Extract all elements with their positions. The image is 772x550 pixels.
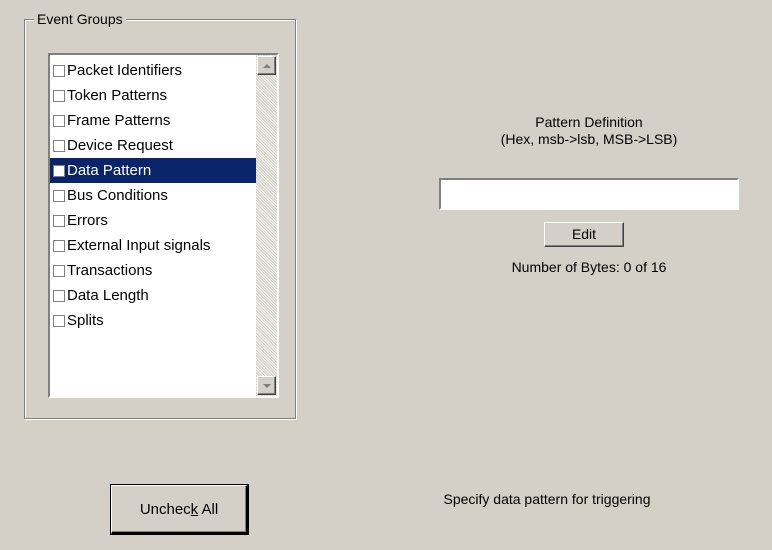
list-item-label: Transactions	[67, 261, 153, 279]
list-item-label: Data Pattern	[67, 161, 152, 179]
scroll-up-button[interactable]	[257, 56, 276, 75]
bytes-count: Number of Bytes: 0 of 16	[511, 259, 667, 275]
list-item-device-request[interactable]: Device Request	[50, 133, 256, 158]
checkbox-device-request[interactable]	[53, 139, 65, 152]
pattern-definition-title: Pattern Definition (Hex, msb->lsb, MSB->…	[440, 114, 738, 148]
list-item-external-input-signals[interactable]: External Input signals	[50, 233, 256, 258]
checkbox-data-pattern[interactable]	[53, 164, 65, 177]
checkbox-packet-identifiers[interactable]	[53, 64, 65, 77]
list-item-label: Data Length	[67, 286, 149, 304]
list-item-splits[interactable]: Splits	[50, 308, 256, 333]
list-item-label: Frame Patterns	[67, 111, 171, 129]
pattern-definition-heading: Pattern Definition	[535, 114, 643, 130]
checkbox-splits[interactable]	[53, 314, 65, 327]
pattern-definition-format: (Hex, msb->lsb, MSB->LSB)	[500, 131, 678, 147]
checkbox-data-length[interactable]	[53, 289, 65, 302]
uncheck-all-button[interactable]: Uncheck All	[110, 484, 249, 535]
checkbox-bus-conditions[interactable]	[53, 189, 65, 202]
list-item-data-pattern[interactable]: Data Pattern	[50, 158, 256, 183]
arrow-up-icon	[262, 63, 271, 68]
list-item-packet-identifiers[interactable]: Packet Identifiers	[50, 58, 256, 83]
list-item-label: Packet Identifiers	[67, 61, 183, 79]
checkbox-errors[interactable]	[53, 214, 65, 227]
arrow-down-icon	[262, 383, 271, 388]
list-item-token-patterns[interactable]: Token Patterns	[50, 83, 256, 108]
list-item-frame-patterns[interactable]: Frame Patterns	[50, 108, 256, 133]
list-item-transactions[interactable]: Transactions	[50, 258, 256, 283]
list-item-errors[interactable]: Errors	[50, 208, 256, 233]
list-item-label: External Input signals	[67, 236, 211, 254]
list-item-label: Errors	[67, 211, 108, 229]
hint-text: Specify data pattern for triggering	[443, 491, 651, 507]
checkbox-frame-patterns[interactable]	[53, 114, 65, 127]
checkbox-token-patterns[interactable]	[53, 89, 65, 102]
list-scrollbar[interactable]	[256, 55, 277, 396]
checkbox-transactions[interactable]	[53, 264, 65, 277]
checkbox-external-input-signals[interactable]	[53, 239, 65, 252]
list-item-bus-conditions[interactable]: Bus Conditions	[50, 183, 256, 208]
pattern-input[interactable]	[439, 178, 739, 210]
uncheck-all-label-start: Unchec	[139, 501, 191, 518]
list-item-label: Token Patterns	[67, 86, 168, 104]
list-item-label: Splits	[67, 311, 104, 329]
list-item-data-length[interactable]: Data Length	[50, 283, 256, 308]
event-groups-list: Packet Identifiers Token Patterns Frame …	[50, 55, 256, 396]
edit-button[interactable]: Edit	[544, 222, 624, 247]
event-groups-listbox[interactable]: Packet Identifiers Token Patterns Frame …	[48, 53, 279, 398]
uncheck-all-label-end: All	[198, 501, 219, 518]
list-item-label: Bus Conditions	[67, 186, 168, 204]
scroll-down-button[interactable]	[257, 376, 276, 395]
list-item-label: Device Request	[67, 136, 173, 154]
event-groups-title: Event Groups	[34, 11, 126, 27]
